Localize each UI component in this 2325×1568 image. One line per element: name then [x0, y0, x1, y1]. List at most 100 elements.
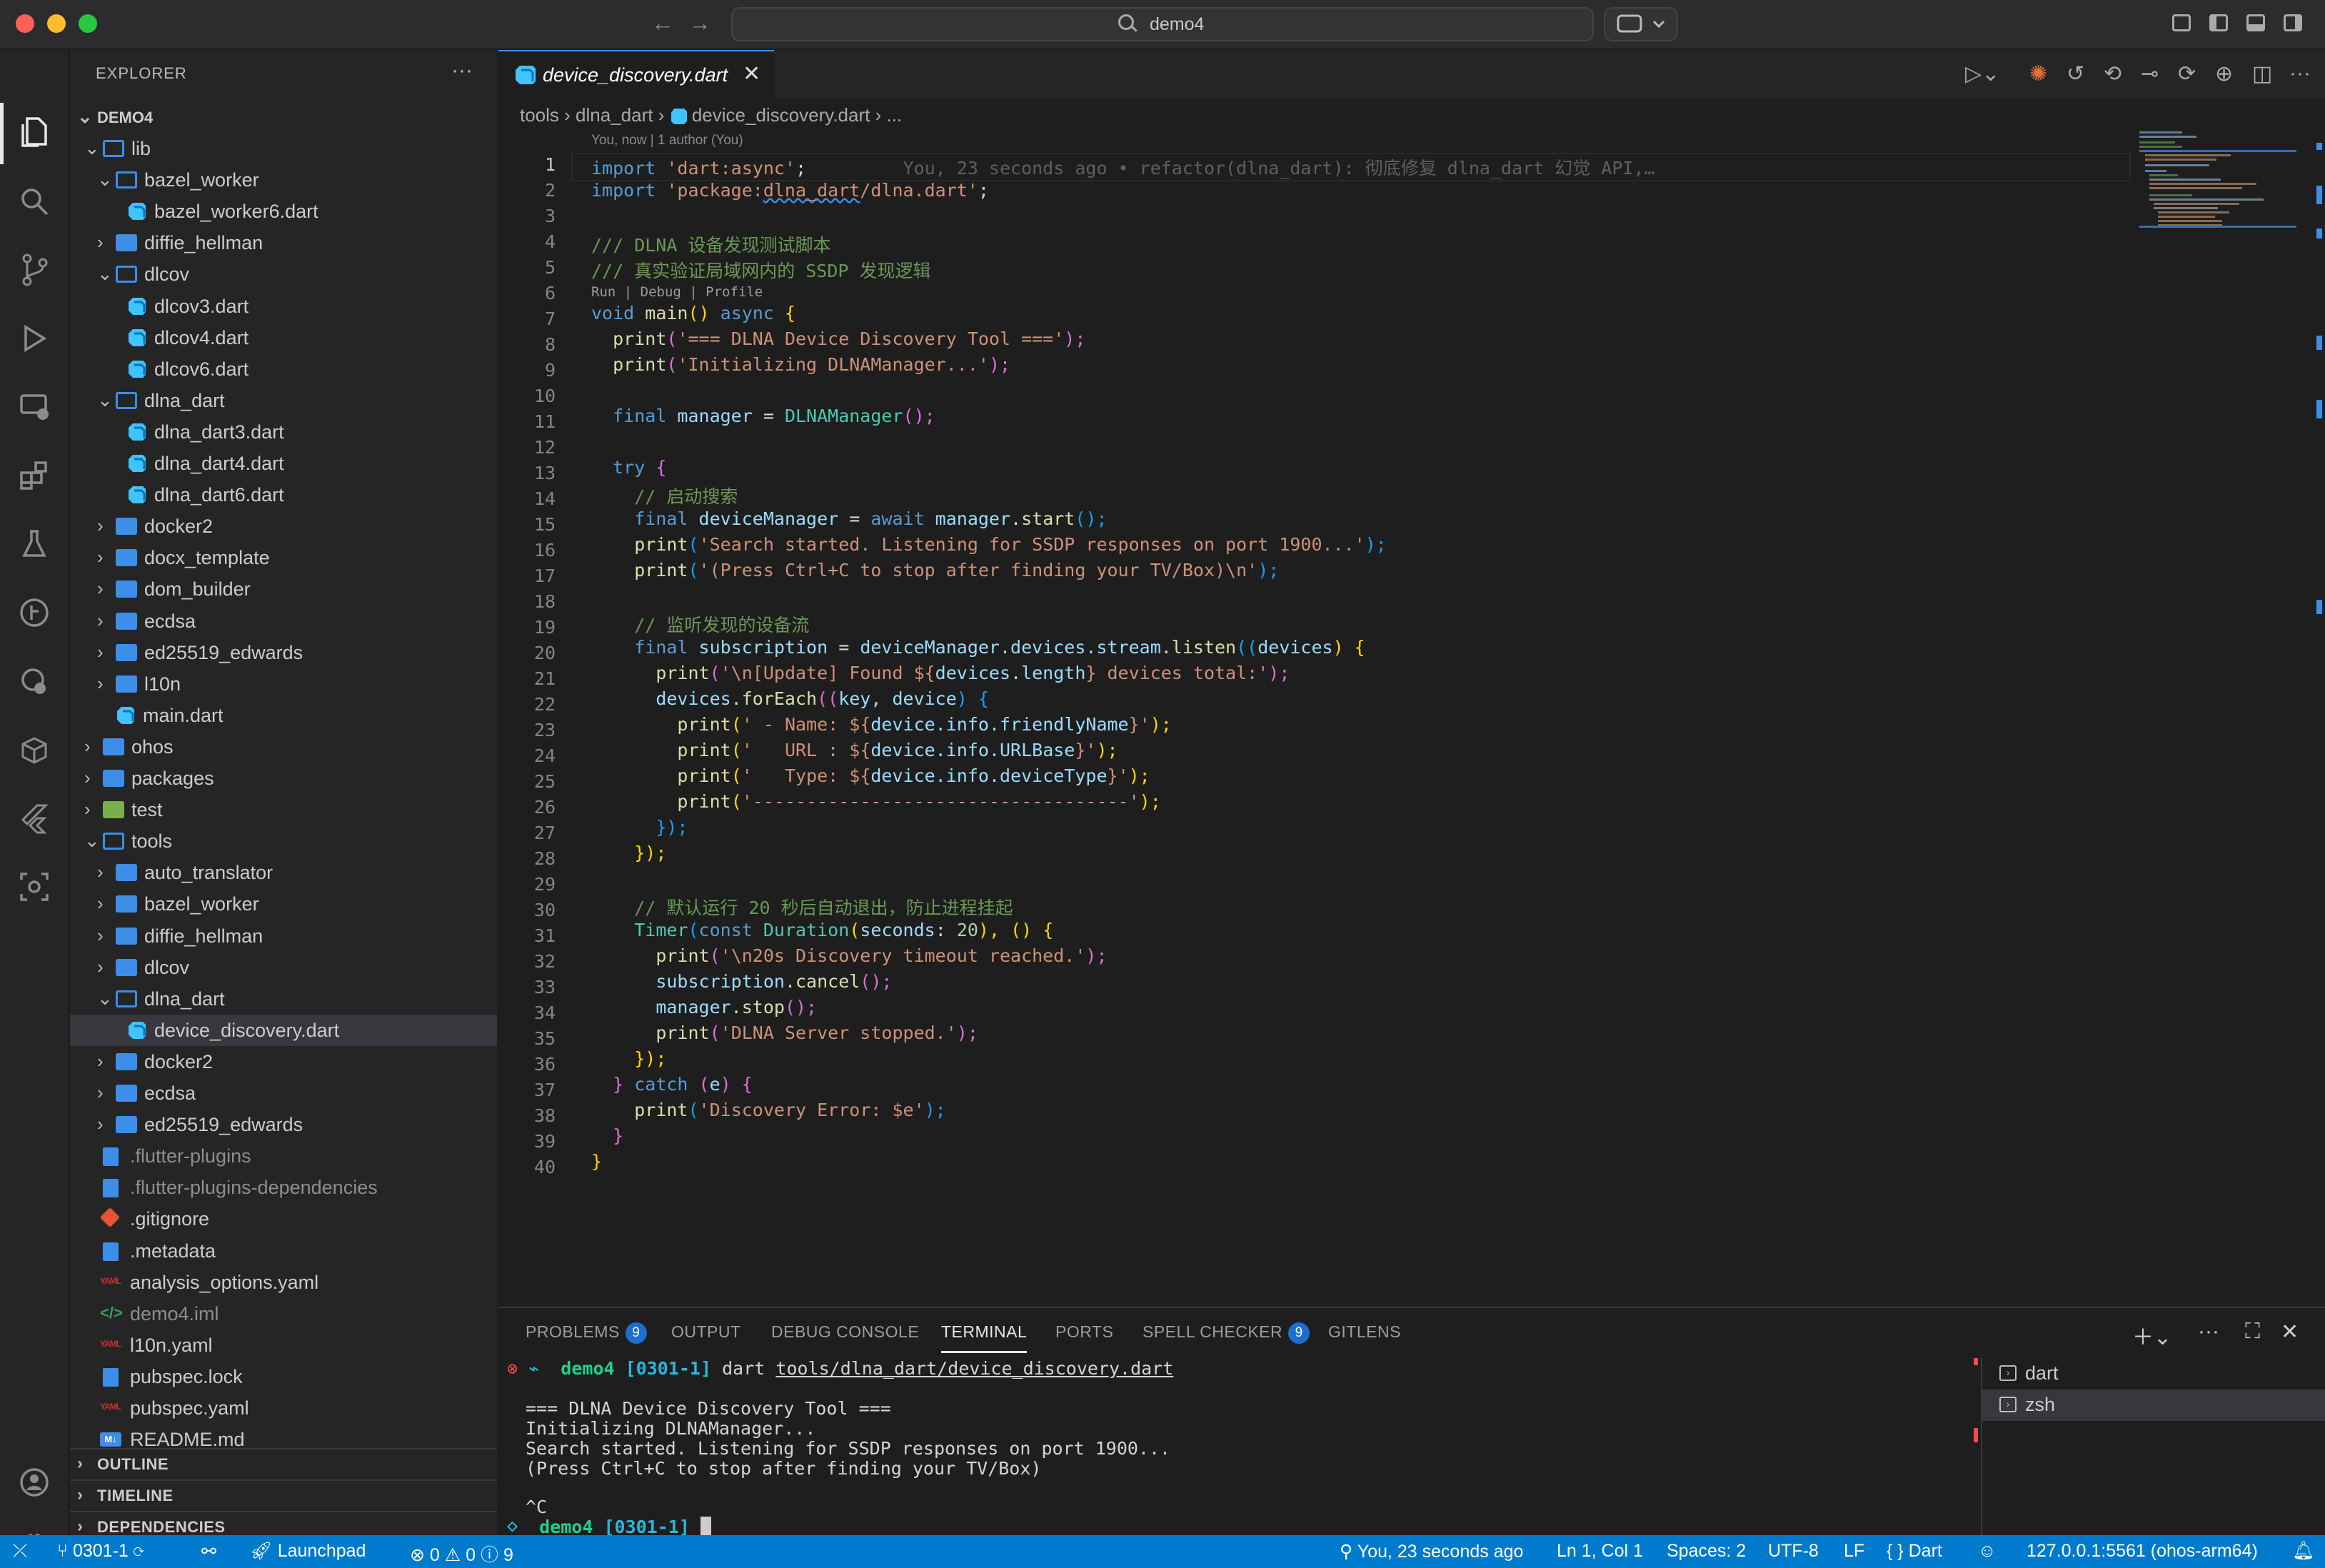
scan-icon[interactable]	[13, 865, 56, 908]
source-control-icon[interactable]	[13, 248, 56, 291]
fetch-icon[interactable]: ⚯	[201, 1541, 216, 1562]
history-icon[interactable]: ↺	[2067, 61, 2084, 86]
breadcrumb-item[interactable]: device_discovery.dart	[692, 104, 870, 126]
tree-file[interactable]: YAML pubspec.yaml	[70, 1392, 497, 1424]
tree-folder[interactable]: › docker2	[70, 1046, 497, 1077]
breadcrumb-item[interactable]: dlna_dart	[576, 104, 653, 126]
problems-status[interactable]: ⊗ 0 ⚠ 0 ⓘ 9	[410, 1541, 513, 1567]
tree-folder[interactable]: › ed25519_edwards	[70, 1109, 497, 1140]
tree-folder[interactable]: › l10n	[70, 668, 497, 700]
more-actions-icon[interactable]: ···	[451, 59, 473, 83]
tree-folder[interactable]: › ecdsa	[70, 605, 497, 637]
tree-file[interactable]: .metadata	[70, 1235, 497, 1267]
tree-file[interactable]: YAML analysis_options.yaml	[70, 1267, 497, 1298]
tree-file[interactable]: dlcov4.dart	[70, 322, 497, 353]
remote-indicator-icon[interactable]: ⤫	[13, 1541, 27, 1562]
tab-problems[interactable]: PROBLEMS 9	[526, 1322, 647, 1344]
run-dart-icon[interactable]: ▷⌄	[1965, 61, 1999, 86]
tree-folder[interactable]: ⌄ dlcov	[70, 258, 497, 290]
forward-arrow-icon[interactable]: →	[688, 10, 711, 36]
tab-debug-console[interactable]: DEBUG CONSOLE	[771, 1322, 919, 1342]
tree-folder[interactable]: ⌄ dlna_dart	[70, 983, 497, 1015]
commit-icon[interactable]: ⊸	[2141, 61, 2159, 86]
command-center-search[interactable]: demo4	[731, 7, 1594, 41]
tree-file[interactable]: </> demo4.iml	[70, 1298, 497, 1330]
minimap[interactable]	[2135, 129, 2304, 243]
extensions-icon[interactable]	[13, 454, 56, 497]
language-mode[interactable]: { } Dart	[1887, 1541, 1942, 1562]
tree-file[interactable]: dlna_dart3.dart	[70, 416, 497, 448]
account-icon[interactable]	[13, 1461, 56, 1504]
tab-device-discovery[interactable]: device_discovery.dart ✕	[498, 50, 774, 100]
tree-file[interactable]: .flutter-plugins-dependencies	[70, 1172, 497, 1203]
tree-folder[interactable]: › test	[70, 794, 497, 825]
gitlens-icon[interactable]	[13, 591, 56, 634]
launchpad-status[interactable]: 🚀︎ Launchpad	[250, 1541, 366, 1562]
tree-folder[interactable]: › ohos	[70, 731, 497, 763]
toggle-secondary-sidebar-icon[interactable]	[2284, 14, 2302, 31]
tree-file[interactable]: device_discovery.dart	[70, 1014, 497, 1046]
window-minimize-button[interactable]	[47, 14, 66, 33]
testing-icon[interactable]	[13, 523, 56, 566]
compare-previous-icon[interactable]: ⟲	[2104, 61, 2121, 86]
gitlens-inspect-icon[interactable]	[13, 660, 56, 703]
tree-folder[interactable]: ⌄ bazel_worker	[70, 164, 497, 196]
run-debug-icon[interactable]	[13, 317, 56, 360]
tree-file[interactable]: YAML l10n.yaml	[70, 1330, 497, 1361]
tree-file[interactable]: dlcov3.dart	[70, 291, 497, 322]
copilot-icon[interactable]: ☺	[1978, 1541, 1997, 1562]
maximize-panel-icon[interactable]: ⛶	[2245, 1320, 2260, 1344]
outline-section[interactable]: › OUTLINE	[70, 1448, 497, 1478]
more-actions-icon[interactable]: ···	[2198, 1320, 2219, 1344]
tree-file[interactable]: .flutter-plugins	[70, 1140, 497, 1172]
tree-file[interactable]: pubspec.lock	[70, 1361, 497, 1392]
terminal-item-dart[interactable]: › dart	[1982, 1358, 2325, 1389]
layout-sidebar-left-icon[interactable]	[2172, 14, 2191, 31]
timeline-section[interactable]: › TIMELINE	[70, 1479, 497, 1509]
cursor-position[interactable]: Ln 1, Col 1	[1557, 1541, 1643, 1562]
branch-status[interactable]: ⑂ 0301-1 ⟳	[57, 1541, 144, 1562]
blame-status[interactable]: ⚲ You, 23 seconds ago	[1340, 1541, 1523, 1562]
code-editor[interactable]: 1 2 3 4 5 6 7 8 9 10 11 12 13 14 15 16 17 18 19 20 21 22 23 24 2…	[498, 150, 2141, 1307]
remote-explorer-icon[interactable]	[13, 386, 56, 428]
tree-folder[interactable]: › docker2	[70, 511, 497, 542]
overview-ruler[interactable]	[2314, 129, 2325, 1307]
search-icon[interactable]	[13, 180, 56, 223]
tree-folder[interactable]: › packages	[70, 763, 497, 794]
close-icon[interactable]: ✕	[743, 61, 760, 86]
window-close-button[interactable]	[16, 14, 34, 33]
spark-icon[interactable]: ✺	[2029, 61, 2047, 86]
tree-file[interactable]: main.dart	[70, 700, 497, 731]
toggle-panel-icon[interactable]	[2246, 14, 2265, 31]
notifications-bell-icon[interactable]: 🔔︎	[2292, 1541, 2315, 1562]
tree-folder[interactable]: › ecdsa	[70, 1077, 497, 1109]
containers-icon[interactable]	[13, 728, 56, 771]
tab-gitlens[interactable]: GITLENS	[1328, 1322, 1401, 1342]
tree-file[interactable]: dlcov6.dart	[70, 353, 497, 385]
tree-folder[interactable]: › dlcov	[70, 952, 497, 983]
tab-terminal[interactable]: TERMINAL	[941, 1322, 1028, 1353]
explorer-icon[interactable]	[13, 111, 56, 154]
tree-folder[interactable]: › auto_translator	[70, 857, 497, 888]
copilot-chat-button[interactable]	[1604, 7, 1678, 41]
tab-ports[interactable]: PORTS	[1055, 1322, 1113, 1342]
terminal-item-zsh[interactable]: › zsh	[1982, 1389, 2325, 1421]
split-editor-icon[interactable]: ◫	[2252, 61, 2272, 86]
tree-folder[interactable]: ⌄ lib	[70, 133, 497, 164]
breadcrumb-item[interactable]: tools	[520, 104, 559, 126]
tree-folder[interactable]: ⌄ dlna_dart	[70, 385, 497, 416]
run-debug-codelens[interactable]: Run | Debug | Profile	[591, 284, 763, 300]
flutter-device-status[interactable]: 127.0.0.1:5561 (ohos-arm64)	[2027, 1541, 2258, 1562]
flutter-icon[interactable]	[13, 797, 56, 840]
tree-folder[interactable]: › docx_template	[70, 542, 497, 573]
indentation-status[interactable]: Spaces: 2	[1667, 1541, 1746, 1562]
tree-folder[interactable]: › diffie_hellman	[70, 920, 497, 952]
tree-folder[interactable]: › ed25519_edwards	[70, 637, 497, 668]
eol-status[interactable]: LF	[1844, 1541, 1864, 1562]
inline-blame[interactable]: You, 23 seconds ago • refactor(dlna_dart…	[903, 158, 1655, 179]
tab-output[interactable]: OUTPUT	[671, 1322, 741, 1342]
tree-folder[interactable]: › bazel_worker	[70, 888, 497, 920]
tree-file[interactable]: dlna_dart4.dart	[70, 448, 497, 479]
toggle-primary-sidebar-icon[interactable]	[2209, 14, 2228, 31]
encoding-status[interactable]: UTF-8	[1768, 1541, 1819, 1562]
